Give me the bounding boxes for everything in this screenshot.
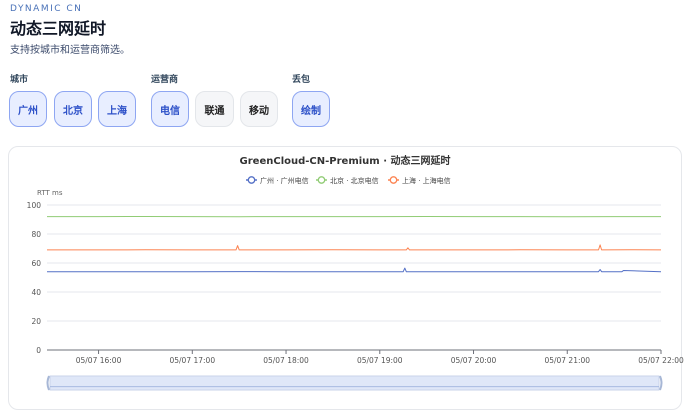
x-tick-label: 05/07 21:00 <box>544 356 590 365</box>
series-line <box>47 244 662 251</box>
x-tick-label: 05/07 19:00 <box>357 356 403 365</box>
y-tick-label: 40 <box>31 288 41 297</box>
y-tick-label: 80 <box>31 230 41 239</box>
zoom-handle-left[interactable] <box>46 375 50 391</box>
legend-label: 上海 · 上海电信 <box>402 176 451 185</box>
legend-marker <box>389 176 398 184</box>
legend-marker <box>247 176 256 184</box>
chart-title: GreenCloud-CN-Premium · 动态三网延时 <box>240 154 451 167</box>
series-line <box>47 267 662 273</box>
x-tick-label: 05/07 20:00 <box>451 356 497 365</box>
rtt-line-chart: GreenCloud-CN-Premium · 动态三网延时广州 · 广州电信 北… <box>27 154 684 391</box>
zoom-slider <box>49 375 660 391</box>
x-tick-label: 05/07 16:00 <box>76 356 122 365</box>
y-axis-title: RTT ms <box>37 189 63 197</box>
zoom-handle-right[interactable] <box>659 375 663 391</box>
y-tick-label: 20 <box>31 317 41 326</box>
x-tick-label: 05/07 17:00 <box>169 356 215 365</box>
y-tick-label: 100 <box>27 201 42 210</box>
y-tick-label: 0 <box>36 346 41 355</box>
legend-label: 广州 · 广州电信 <box>260 176 309 185</box>
legend-label: 北京 · 北京电信 <box>330 176 379 185</box>
x-tick-label: 05/07 18:00 <box>263 356 309 365</box>
legend-marker <box>317 176 326 184</box>
y-tick-label: 60 <box>31 259 41 268</box>
x-tick-label: 05/07 22:00 <box>638 356 684 365</box>
